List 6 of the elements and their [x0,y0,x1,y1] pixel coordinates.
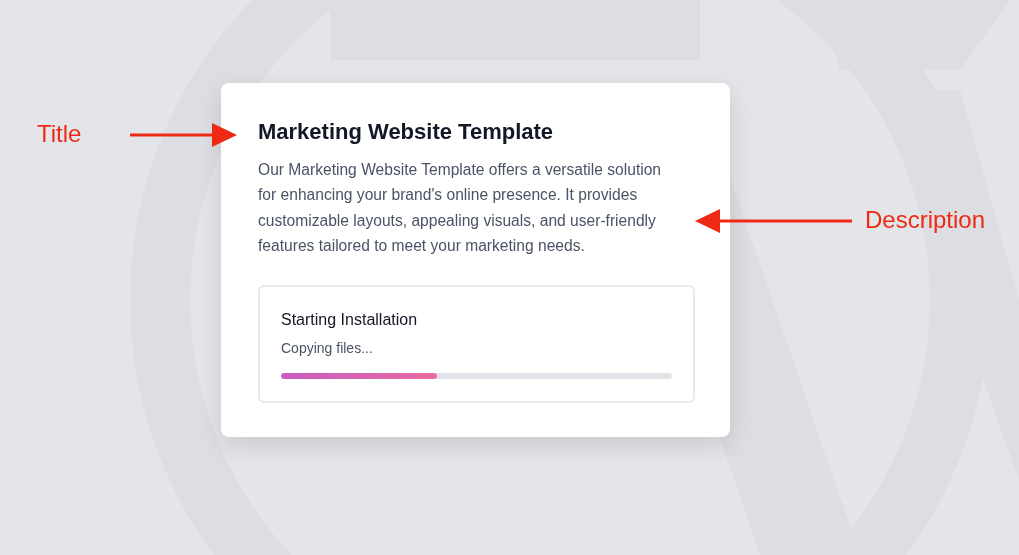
card-title: Marketing Website Template [258,119,555,145]
annotation-label: Title [37,120,82,148]
progress-status: Copying files... [281,339,374,356]
annotation-label: Description [865,206,986,234]
card-description: Our Marketing Website Template offers a versatile solution for enhancing your brand's online presence. It provides customizable layouts, appealing visuals, and user-friendly features tailored to meet your marketing needs. [258,160,663,257]
progress-title: Starting Installation [281,310,419,329]
